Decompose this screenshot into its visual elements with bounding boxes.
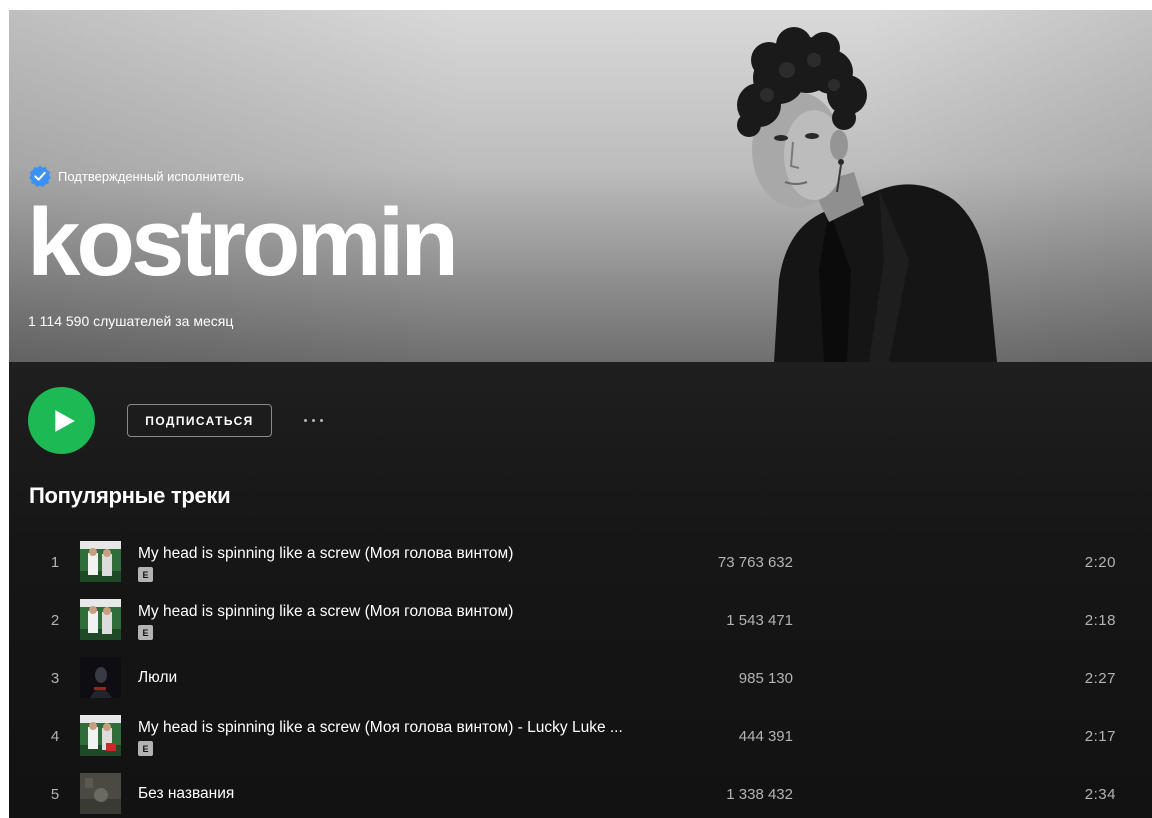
track-number: 2 [50, 612, 60, 629]
track-duration: 2:34 [1084, 786, 1116, 803]
popular-tracks-list: 1 My head is spinning like a screw (Моя … [9, 534, 1152, 818]
verified-check-icon [29, 165, 51, 187]
track-number: 3 [50, 670, 60, 687]
track-row[interactable]: 2 My head is spinning like a screw (Моя … [9, 592, 1152, 650]
track-title[interactable]: My head is spinning like a screw (Моя го… [138, 603, 513, 621]
popular-tracks-title: Популярные треки [29, 483, 231, 508]
track-row[interactable]: 4 My head is spinning like a screw (Моя … [9, 708, 1152, 766]
track-number: 4 [50, 728, 60, 745]
play-icon [54, 409, 75, 432]
explicit-badge: E [138, 741, 153, 756]
more-icon-dot [311, 418, 315, 422]
explicit-badge: E [138, 567, 153, 582]
track-plays: 444 391 [738, 728, 793, 745]
track-cover [80, 599, 121, 640]
track-number: 5 [50, 786, 60, 803]
track-title[interactable]: My head is spinning like a screw (Моя го… [138, 545, 513, 563]
verified-label: Подтвержденный исполнитель [58, 168, 244, 184]
play-button[interactable] [28, 387, 95, 454]
track-cover [80, 541, 121, 582]
artist-page: Подтвержденный исполнитель kostromin 1 1… [9, 10, 1152, 818]
more-icon-dot [303, 418, 307, 422]
track-duration: 2:18 [1084, 612, 1116, 629]
track-plays: 985 130 [738, 670, 793, 687]
track-duration: 2:20 [1084, 554, 1116, 571]
artist-name: kostromin [27, 189, 459, 296]
track-plays: 73 763 632 [717, 554, 793, 571]
track-title[interactable]: My head is spinning like a screw (Моя го… [138, 719, 623, 737]
explicit-badge: E [138, 625, 153, 640]
track-row[interactable]: 5 Без названия 1 338 432 2:34 [9, 766, 1152, 818]
track-title[interactable]: Без названия [138, 785, 234, 803]
track-cover [80, 773, 121, 814]
track-row[interactable]: 1 My head is spinning like a screw (Моя … [9, 534, 1152, 592]
track-number: 1 [50, 554, 60, 571]
follow-button[interactable]: ПОДПИСАТЬСЯ [127, 404, 272, 437]
monthly-listeners: 1 114 590 слушателей за месяц [28, 313, 234, 329]
track-row[interactable]: 3 Люли 985 130 2:27 [9, 650, 1152, 708]
track-duration: 2:17 [1084, 728, 1116, 745]
more-options-button[interactable] [295, 409, 331, 431]
more-icon-dot [319, 418, 323, 422]
artist-content: ПОДПИСАТЬСЯ Популярные треки 1 My head i… [9, 362, 1152, 818]
track-plays: 1 338 432 [726, 786, 793, 803]
track-cover [80, 715, 121, 756]
artist-photo [737, 27, 997, 362]
track-title[interactable]: Люли [138, 669, 177, 687]
track-plays: 1 543 471 [726, 612, 793, 629]
track-duration: 2:27 [1084, 670, 1116, 687]
track-cover [80, 657, 121, 698]
verified-artist-badge: Подтвержденный исполнитель [28, 164, 244, 188]
artist-header: Подтвержденный исполнитель kostromin 1 1… [9, 10, 1152, 362]
